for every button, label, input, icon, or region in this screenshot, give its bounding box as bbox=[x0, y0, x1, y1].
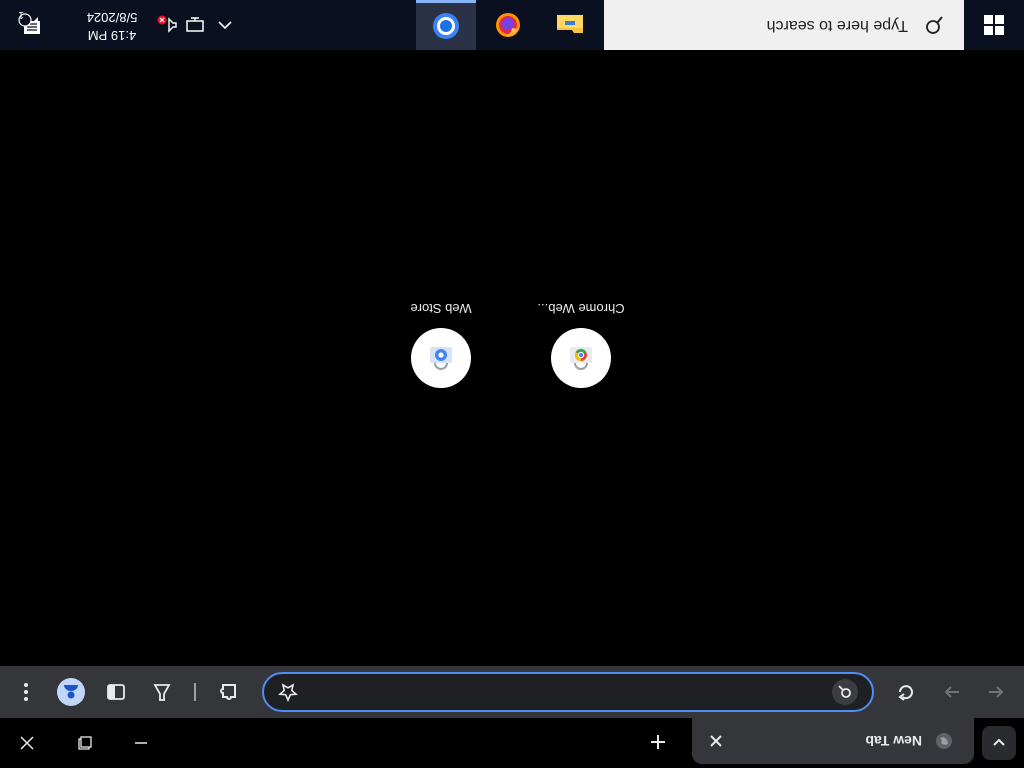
kebab-menu-icon bbox=[24, 683, 28, 701]
search-icon bbox=[922, 13, 946, 37]
tab-new-tab[interactable]: New Tab bbox=[692, 718, 974, 764]
clock-date: 5/8/2024 bbox=[86, 10, 138, 25]
tab-close-button[interactable] bbox=[706, 731, 726, 751]
windows-logo-icon bbox=[984, 15, 1004, 35]
bookmark-star-button[interactable] bbox=[276, 680, 300, 704]
close-icon bbox=[710, 735, 722, 747]
taskbar-clock[interactable]: 4:19 PM 5/8/2024 bbox=[72, 8, 152, 44]
toolbar-divider bbox=[194, 683, 196, 701]
shortcut-label: Web Store bbox=[410, 301, 472, 316]
plus-icon bbox=[651, 735, 665, 749]
tab-strip: New Tab bbox=[0, 718, 1024, 768]
lab-flask-button[interactable] bbox=[148, 678, 176, 706]
star-icon bbox=[278, 683, 298, 702]
taskbar-app-chrome[interactable] bbox=[416, 0, 476, 50]
chrome-web-store-icon bbox=[551, 328, 611, 388]
globe-icon bbox=[934, 731, 954, 751]
puzzle-icon bbox=[220, 684, 236, 700]
shortcut-tile-chrome-web[interactable]: Chrome Web... bbox=[511, 301, 651, 388]
restore-icon bbox=[78, 736, 92, 750]
close-window-button[interactable] bbox=[12, 730, 42, 756]
clock-time: 4:19 PM bbox=[87, 28, 137, 43]
arrow-right-icon bbox=[944, 686, 959, 698]
maximize-button[interactable] bbox=[70, 730, 100, 756]
profile-avatar[interactable] bbox=[57, 678, 85, 706]
new-tab-button[interactable] bbox=[646, 730, 670, 754]
reload-button[interactable] bbox=[892, 678, 920, 706]
shortcut-tile-web-store[interactable]: Web Store bbox=[371, 301, 511, 388]
more-menu-button[interactable] bbox=[12, 678, 40, 706]
notification-center-button[interactable]: 1 bbox=[16, 9, 46, 40]
back-button[interactable] bbox=[982, 678, 1010, 706]
extensions-button[interactable] bbox=[214, 678, 242, 706]
file-explorer-icon bbox=[557, 15, 583, 33]
chrome-icon bbox=[433, 13, 459, 40]
forward-button[interactable] bbox=[938, 678, 966, 706]
taskbar-search-box[interactable]: Type here to search bbox=[604, 0, 964, 50]
minimize-button[interactable] bbox=[126, 730, 156, 756]
volume-button[interactable] bbox=[156, 14, 178, 36]
web-store-icon bbox=[411, 328, 471, 388]
network-button[interactable] bbox=[184, 14, 206, 36]
firefox-icon bbox=[496, 13, 520, 37]
volume-muted-icon bbox=[157, 15, 177, 33]
flask-icon bbox=[153, 684, 171, 701]
arrow-left-icon bbox=[989, 686, 1004, 698]
windows-taskbar: Type here to search 4:19 PM 5/8/2024 1 bbox=[0, 0, 1024, 50]
chevron-down-icon bbox=[993, 738, 1005, 746]
minimize-icon bbox=[135, 742, 147, 744]
show-hidden-icons-button[interactable] bbox=[214, 14, 236, 36]
network-icon bbox=[186, 17, 204, 32]
tab-title: New Tab bbox=[865, 733, 922, 749]
notification-count: 1 bbox=[18, 9, 24, 20]
start-button[interactable] bbox=[964, 0, 1024, 50]
side-panel-icon bbox=[107, 684, 125, 700]
shortcut-label: Chrome Web... bbox=[537, 301, 625, 316]
profile-icon bbox=[64, 685, 78, 699]
search-placeholder: Type here to search bbox=[766, 17, 908, 34]
taskbar-app-file-explorer[interactable] bbox=[540, 0, 600, 50]
reload-icon bbox=[898, 685, 913, 701]
new-tab-page: Chrome Web... Web Store bbox=[0, 11, 1024, 618]
screen: New Tab Chrome Web... Web Store Type her… bbox=[0, 0, 1024, 768]
side-panel-button[interactable] bbox=[102, 678, 130, 706]
close-icon bbox=[20, 736, 34, 750]
chevron-up-icon bbox=[218, 21, 232, 30]
address-bar[interactable] bbox=[262, 672, 874, 712]
address-input[interactable] bbox=[300, 682, 822, 702]
search-icon bbox=[832, 679, 858, 705]
taskbar-app-firefox[interactable] bbox=[478, 0, 538, 50]
browser-toolbar bbox=[0, 666, 1024, 718]
tab-search-button[interactable] bbox=[982, 726, 1016, 760]
